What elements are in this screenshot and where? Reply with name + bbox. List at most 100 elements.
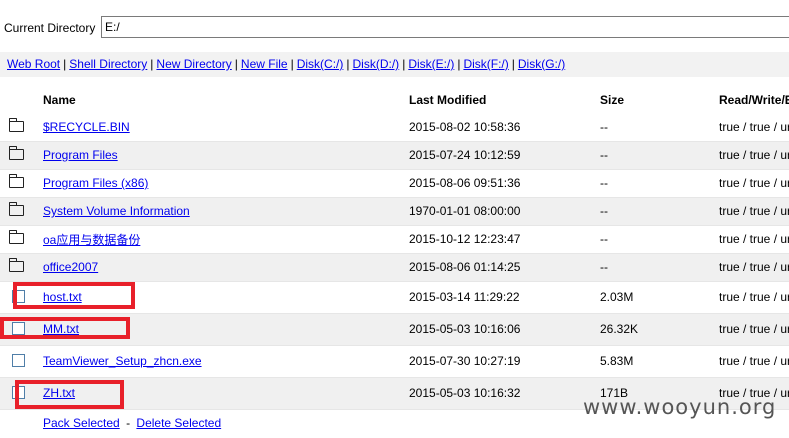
pack-selected-link[interactable]: Pack Selected — [43, 416, 120, 430]
row-size: -- — [600, 169, 719, 198]
link-separator: | — [402, 57, 406, 71]
row-size: -- — [600, 113, 719, 142]
row-permissions: true / true / ur — [719, 225, 789, 254]
link-separator: | — [457, 57, 461, 71]
watermark-text: www.wooyun.org — [583, 395, 777, 419]
folder-link[interactable]: Program Files (x86) — [43, 176, 148, 190]
table-row: $RECYCLE.BIN 2015-08-02 10:58:36 -- true / … — [0, 113, 789, 142]
new-directory-link[interactable]: New Directory — [156, 57, 231, 71]
row-icon-cell[interactable] — [0, 377, 43, 410]
header-name[interactable]: Name — [43, 86, 409, 113]
row-last-modified: 2015-05-03 10:16:32 — [409, 377, 600, 410]
header-last-modified[interactable]: Last Modified — [409, 86, 600, 113]
current-directory-label: Current Directory — [4, 21, 96, 35]
row-name-cell: office2007 — [43, 253, 409, 282]
row-icon-cell — [0, 253, 43, 282]
disk-f-link[interactable]: Disk(F:/) — [463, 57, 508, 71]
delete-selected-link[interactable]: Delete Selected — [136, 416, 221, 430]
row-name-cell: host.txt — [43, 281, 409, 314]
row-size: -- — [600, 253, 719, 282]
row-size: -- — [600, 197, 719, 226]
file-table: Name Last Modified Size Read/Write/E $RE… — [0, 86, 789, 410]
folder-icon — [9, 174, 24, 188]
folder-link[interactable]: Program Files — [43, 148, 118, 162]
file-link[interactable]: ZH.txt — [43, 386, 75, 400]
row-last-modified: 2015-08-02 10:58:36 — [409, 113, 600, 142]
current-directory-input[interactable] — [101, 16, 789, 38]
row-icon-cell — [0, 141, 43, 170]
link-separator: | — [150, 57, 154, 71]
file-select-checkbox[interactable] — [12, 322, 25, 335]
disk-e-link[interactable]: Disk(E:/) — [408, 57, 454, 71]
footer-separator: - — [126, 416, 131, 430]
web-root-link[interactable]: Web Root — [7, 57, 60, 71]
row-icon-cell — [0, 225, 43, 254]
row-icon-cell — [0, 197, 43, 226]
file-link[interactable]: host.txt — [43, 290, 82, 304]
folder-link[interactable]: office2007 — [43, 260, 98, 274]
row-permissions: true / true / ur — [719, 113, 789, 142]
current-directory-row: Current Directory — [0, 15, 789, 41]
row-last-modified: 2015-07-24 10:12:59 — [409, 141, 600, 170]
link-separator: | — [63, 57, 67, 71]
row-permissions: true / true / ur — [719, 197, 789, 226]
row-permissions: true / true / ur — [719, 281, 789, 314]
disk-c-link[interactable]: Disk(C:/) — [297, 57, 344, 71]
link-separator: | — [234, 57, 238, 71]
file-table-body: $RECYCLE.BIN 2015-08-02 10:58:36 -- true / … — [0, 113, 789, 410]
row-icon-cell[interactable] — [0, 281, 43, 314]
file-link[interactable]: MM.txt — [43, 322, 79, 336]
row-size: 5.83M — [600, 345, 719, 378]
folder-icon — [9, 230, 24, 244]
row-name-cell: ZH.txt — [43, 377, 409, 410]
disk-d-link[interactable]: Disk(D:/) — [353, 57, 400, 71]
row-name-cell: Program Files — [43, 141, 409, 170]
navigation-link-bar: Web Root | Shell Directory | New Directory | N… — [0, 52, 789, 77]
row-last-modified: 2015-08-06 01:14:25 — [409, 253, 600, 282]
file-link[interactable]: TeamViewer_Setup_zhcn.exe — [43, 354, 202, 368]
row-icon-cell — [0, 113, 43, 142]
row-icon-cell — [0, 169, 43, 198]
row-size: -- — [600, 225, 719, 254]
row-permissions: true / true / ur — [719, 313, 789, 346]
row-last-modified: 1970-01-01 08:00:00 — [409, 197, 600, 226]
table-row: TeamViewer_Setup_zhcn.exe 2015-07-30 10:2… — [0, 345, 789, 378]
table-row: host.txt 2015-03-14 11:29:22 2.03M true / t… — [0, 281, 789, 314]
row-size: -- — [600, 141, 719, 170]
link-separator: | — [346, 57, 350, 71]
top-strip — [0, 0, 789, 9]
disk-g-link[interactable]: Disk(G:/) — [518, 57, 565, 71]
row-permissions: true / true / ur — [719, 141, 789, 170]
header-icon-column — [0, 86, 43, 113]
link-separator: | — [511, 57, 515, 71]
row-name-cell: $RECYCLE.BIN — [43, 113, 409, 142]
row-name-cell: System Volume Information — [43, 197, 409, 226]
table-row: MM.txt 2015-05-03 10:16:06 26.32K true / tr… — [0, 313, 789, 346]
file-select-checkbox[interactable] — [12, 290, 25, 303]
row-name-cell: MM.txt — [43, 313, 409, 346]
table-row: oa应用与数据备份 2015-10-12 12:23:47 -- true / tru… — [0, 225, 789, 254]
row-icon-cell[interactable] — [0, 313, 43, 346]
row-permissions: true / true / ur — [719, 345, 789, 378]
file-select-checkbox[interactable] — [12, 354, 25, 367]
folder-link[interactable]: $RECYCLE.BIN — [43, 120, 130, 134]
file-select-checkbox[interactable] — [12, 386, 25, 399]
row-last-modified: 2015-05-03 10:16:06 — [409, 313, 600, 346]
folder-icon — [9, 202, 24, 216]
row-last-modified: 2015-10-12 12:23:47 — [409, 225, 600, 254]
table-header-row: Name Last Modified Size Read/Write/E — [0, 86, 789, 113]
new-file-link[interactable]: New File — [241, 57, 288, 71]
folder-link[interactable]: System Volume Information — [43, 204, 190, 218]
row-name-cell: Program Files (x86) — [43, 169, 409, 198]
shell-directory-link[interactable]: Shell Directory — [69, 57, 147, 71]
row-size: 26.32K — [600, 313, 719, 346]
header-size[interactable]: Size — [600, 86, 719, 113]
folder-icon — [9, 117, 24, 132]
row-last-modified: 2015-08-06 09:51:36 — [409, 169, 600, 198]
table-row: Program Files 2015-07-24 10:12:59 -- true /… — [0, 141, 789, 170]
folder-icon — [9, 258, 24, 272]
table-row: office2007 2015-08-06 01:14:25 -- true / tr… — [0, 253, 789, 282]
folder-link[interactable]: oa应用与数据备份 — [43, 233, 140, 247]
row-icon-cell[interactable] — [0, 345, 43, 378]
row-size: 2.03M — [600, 281, 719, 314]
